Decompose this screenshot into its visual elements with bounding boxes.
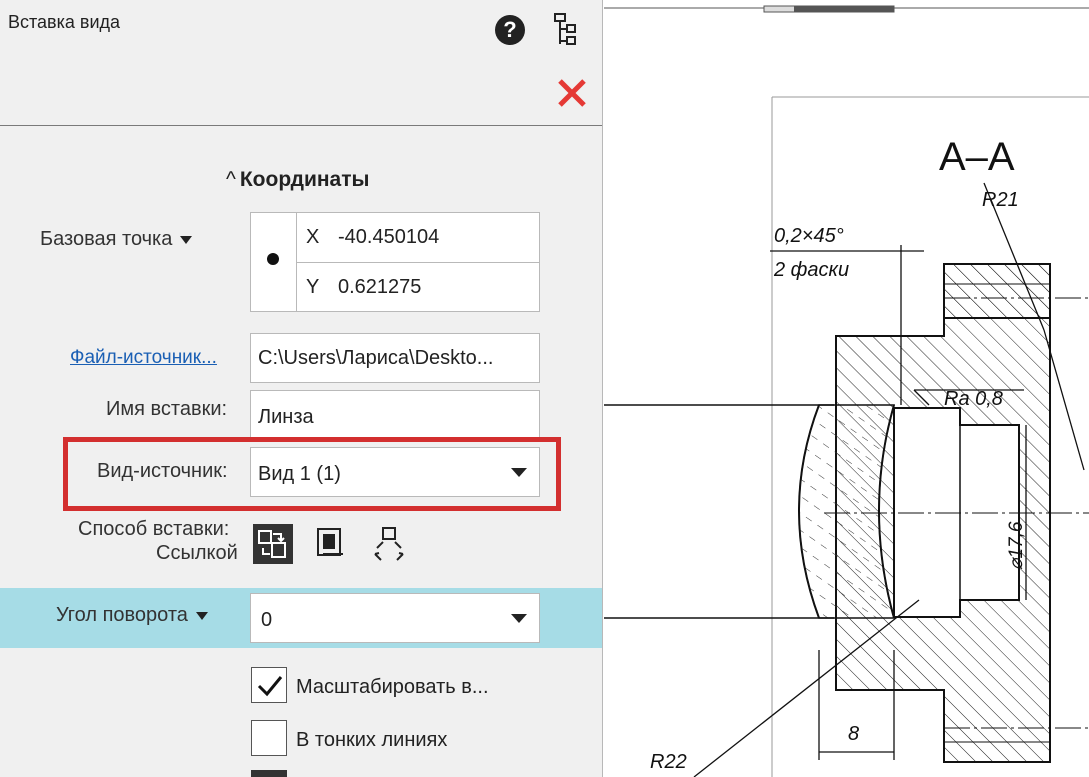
point-marker-icon[interactable]: [267, 253, 279, 265]
insert-name-input[interactable]: Линза: [250, 390, 540, 440]
divider: [296, 262, 540, 263]
chamfer-count-label: 2 фаски: [773, 259, 849, 281]
diameter-label: ⌀17,6: [1006, 521, 1027, 570]
insert-name-label: Имя вставки:: [106, 398, 228, 420]
chamfer-label: 0,2×45°: [774, 225, 844, 247]
rotation-select[interactable]: 0: [250, 593, 540, 643]
help-icon[interactable]: ?: [494, 14, 526, 46]
source-file-link[interactable]: Файл-источник...: [70, 347, 217, 369]
thin-lines-checkbox-label: В тонких линиях: [296, 729, 448, 751]
section-label: А–А: [939, 135, 1015, 179]
section-title: Координаты: [239, 168, 370, 191]
source-view-value: Вид 1 (1): [258, 463, 341, 485]
checkmark-icon: [257, 676, 283, 697]
scale-checkbox[interactable]: [251, 667, 287, 703]
roughness-label: Ra 0,8: [944, 388, 1003, 410]
thin-lines-checkbox[interactable]: [251, 720, 287, 756]
source-view-label: Вид-источник:: [97, 460, 228, 482]
base-point-dropdown[interactable]: Базовая точка: [40, 228, 193, 251]
base-point-label: Базовая точка: [40, 228, 173, 250]
scrollbar-thumb-dark: [794, 6, 894, 12]
panel-header: Вставка вида ?: [0, 0, 602, 126]
panel-title: Вставка вида: [8, 12, 121, 32]
next-checkbox-partial[interactable]: [251, 770, 287, 777]
source-file-field[interactable]: C:\Users\Лариса\Deskto...: [250, 333, 540, 383]
svg-text:?: ?: [503, 17, 516, 42]
x-coordinate-input[interactable]: -40.450104: [338, 226, 439, 249]
dropdown-arrow-icon: [511, 614, 527, 623]
radius-label-r22: R22: [650, 751, 687, 773]
drawing-canvas[interactable]: А–А R21 0,2×45° 2 фаски Ra 0,8 ⌀17,6 8 R…: [604, 0, 1089, 777]
caret-down-icon: [195, 611, 208, 620]
close-icon[interactable]: [557, 78, 587, 108]
dropdown-arrow-icon: [511, 468, 527, 477]
coordinates-section-toggle[interactable]: ^ Координаты: [226, 168, 369, 192]
radius-label-r21: R21: [982, 189, 1019, 211]
insert-view-panel: Вставка вида ? ^ Координаты Базовая точка…: [0, 0, 603, 777]
scale-checkbox-label: Масштабировать в...: [296, 676, 489, 698]
rotation-label: Угол поворота: [56, 604, 188, 626]
tree-icon[interactable]: [553, 12, 577, 48]
y-coordinate-input[interactable]: 0.621275: [338, 276, 421, 299]
insert-destroy-button[interactable]: [369, 524, 409, 564]
rotation-dropdown[interactable]: Угол поворота: [56, 604, 208, 627]
gear-tooth-top: [944, 263, 1051, 319]
x-label: X: [306, 226, 320, 248]
y-label: Y: [306, 276, 320, 298]
width-dimension-label: 8: [848, 723, 859, 745]
source-file-path: C:\Users\Лариса\Deskto...: [258, 347, 494, 369]
caret-down-icon: [180, 235, 193, 244]
source-view-select[interactable]: Вид 1 (1): [250, 447, 540, 497]
insert-copy-button[interactable]: [311, 524, 351, 564]
insert-method-label: Способ вставки:: [78, 518, 230, 540]
insert-method-value: Ссылкой: [156, 542, 238, 564]
insert-by-link-button[interactable]: [253, 524, 293, 564]
rotation-value: 0: [261, 609, 273, 631]
insert-name-value: Линза: [258, 406, 314, 428]
chevron-up-icon: ^: [226, 168, 236, 191]
